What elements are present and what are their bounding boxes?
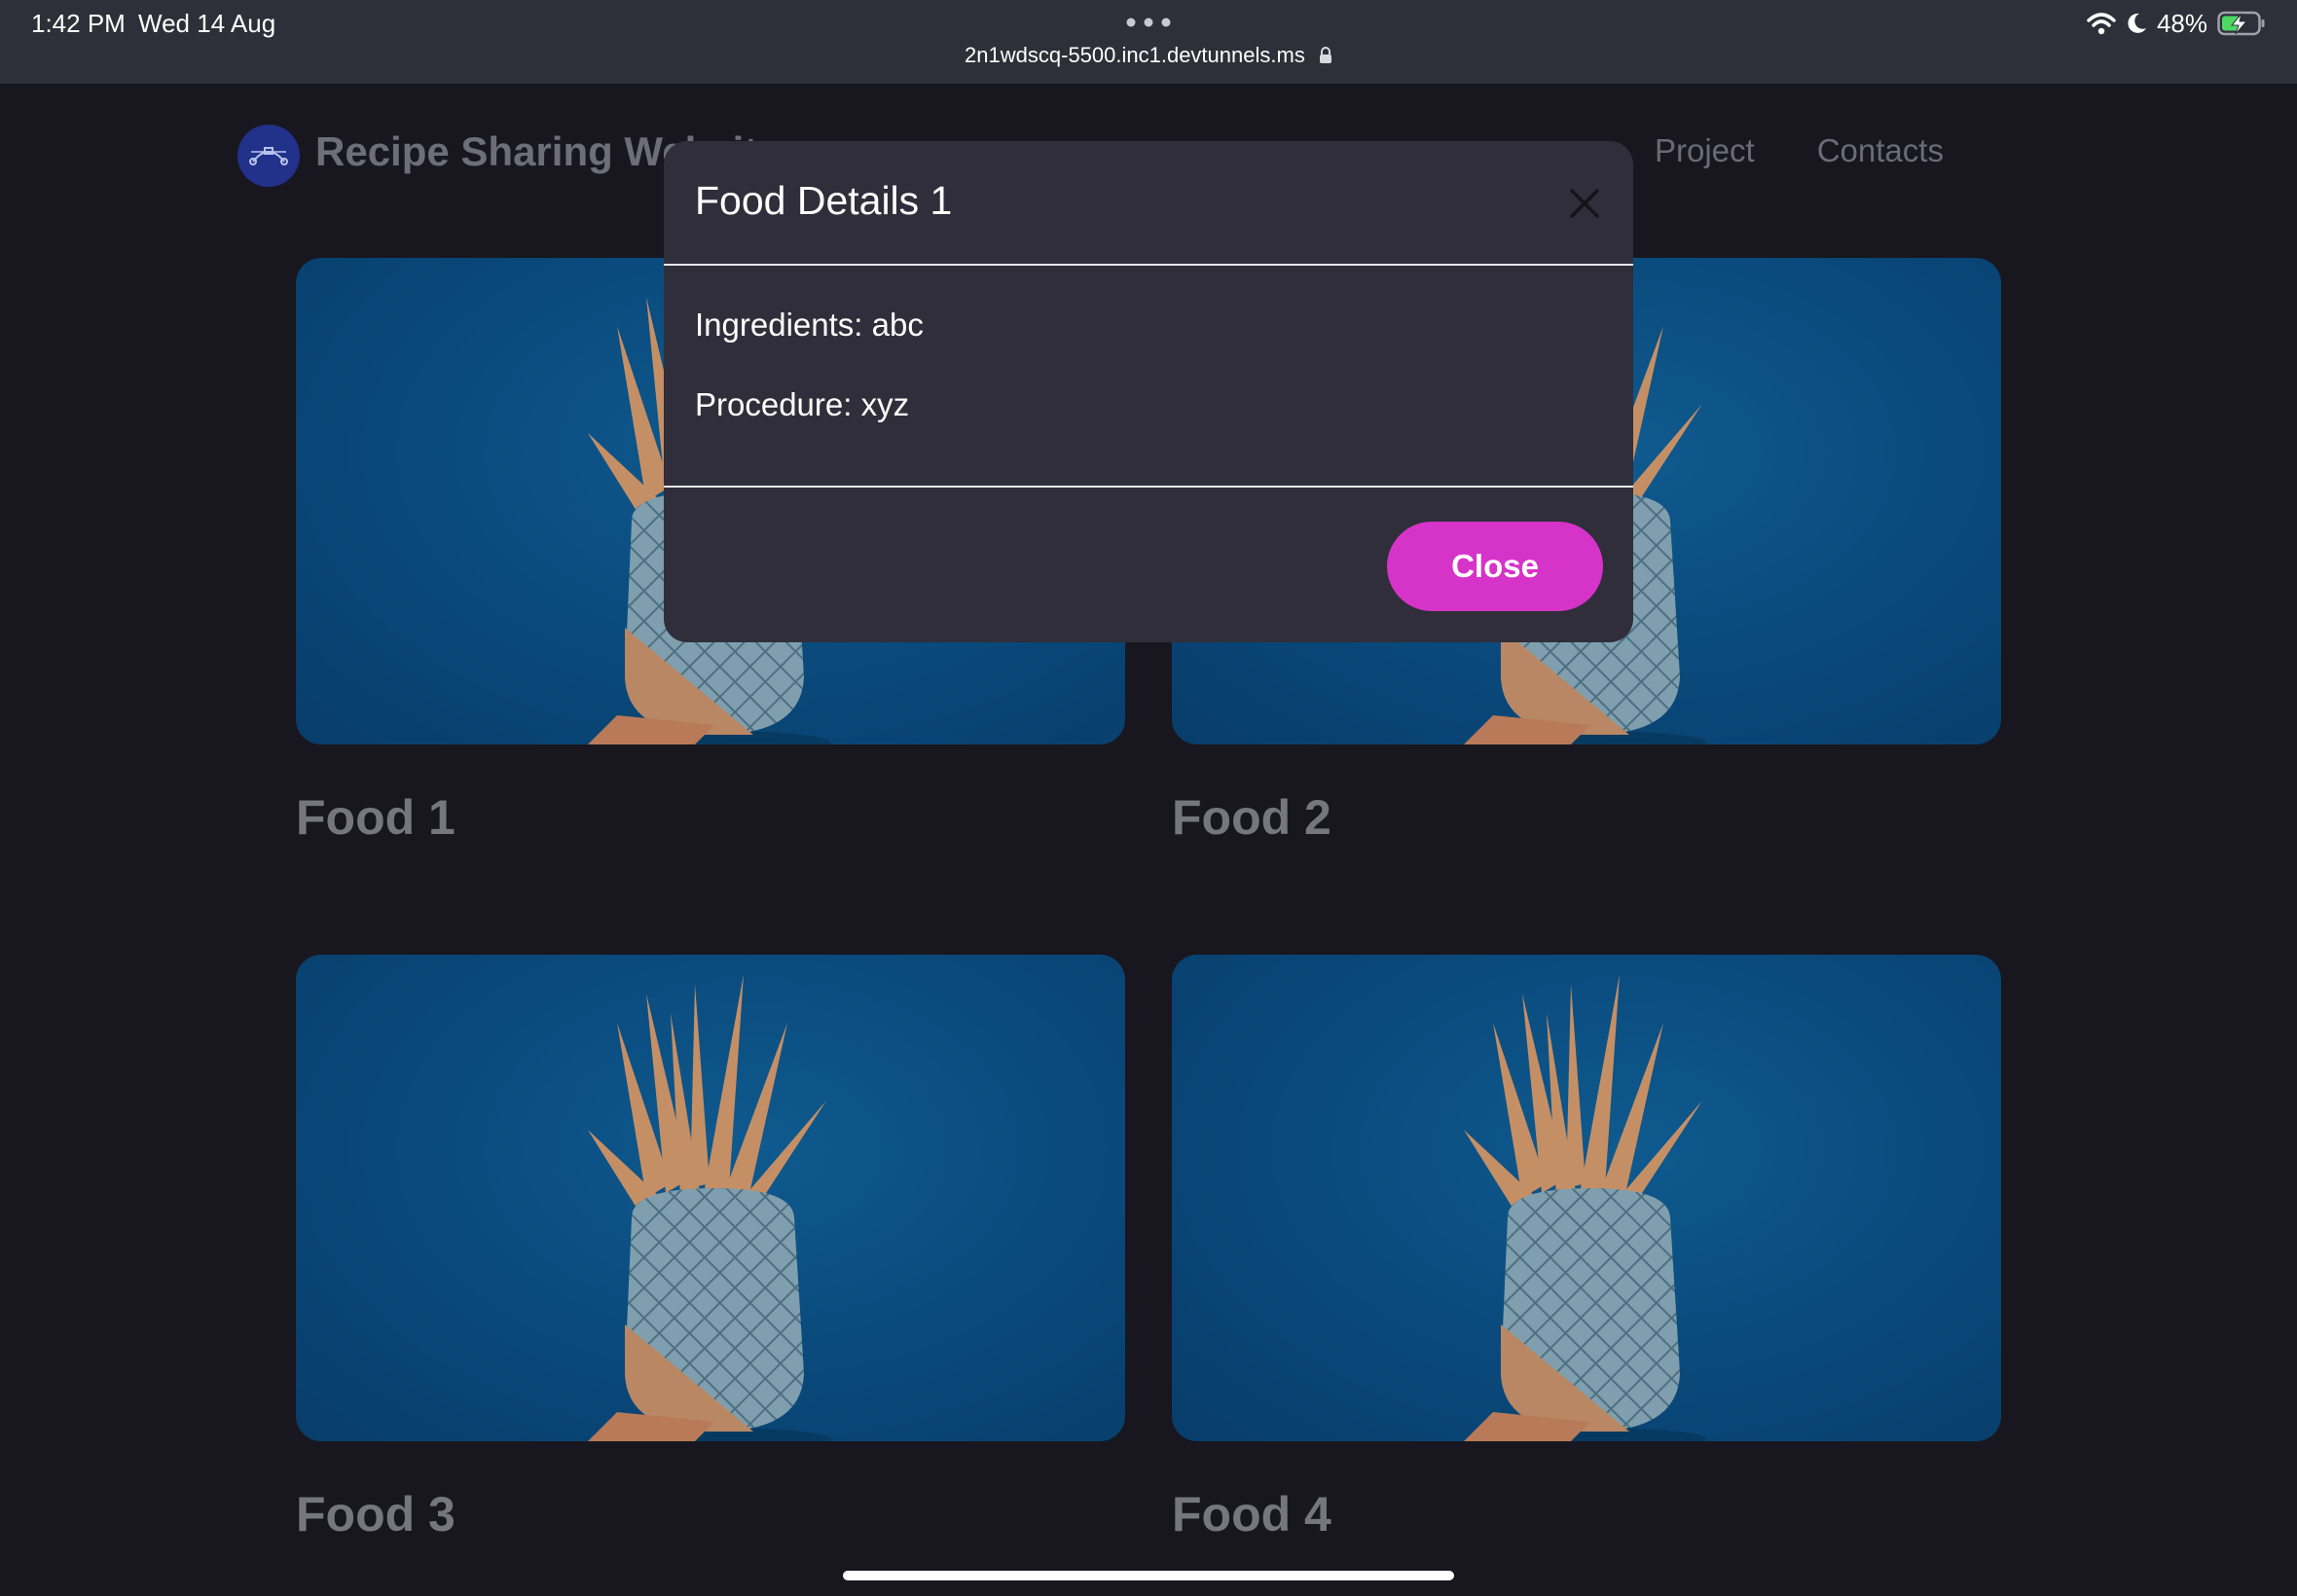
food-card-title[interactable]: Food 3 <box>296 1486 456 1542</box>
nav-link-contacts[interactable]: Contacts <box>1817 132 1944 169</box>
modal-body: Ingredients: abc Procedure: xyz <box>664 266 1633 488</box>
close-button[interactable]: Close <box>1387 522 1603 611</box>
status-indicators: 48% <box>2087 8 2266 39</box>
battery-charging-icon <box>2217 11 2265 36</box>
bezier-logo-icon <box>249 147 288 165</box>
pineapple-image <box>1464 974 1707 1441</box>
site-logo[interactable] <box>237 125 300 187</box>
food-card-image[interactable] <box>1172 955 2001 1441</box>
close-icon[interactable] <box>1565 184 1604 223</box>
modal-header: Food Details 1 <box>664 141 1633 266</box>
pineapple-image <box>588 974 831 1441</box>
lock-icon <box>1319 47 1331 63</box>
ingredients-text: Ingredients: abc <box>695 307 924 343</box>
food-card-title[interactable]: Food 4 <box>1172 1486 1331 1542</box>
nav-links: Project Contacts <box>1655 132 1944 169</box>
home-indicator[interactable] <box>843 1571 1454 1580</box>
food-card-title[interactable]: Food 1 <box>296 789 456 846</box>
wifi-icon <box>2087 13 2116 35</box>
battery-percent: 48% <box>2156 8 2207 38</box>
food-card-image[interactable] <box>296 955 1125 1441</box>
address-url: 2n1wdscq-5500.inc1.devtunnels.ms <box>965 43 1305 67</box>
nav-link-project[interactable]: Project <box>1655 132 1755 169</box>
status-time: 1:42 PM <box>31 9 126 38</box>
status-bar: 1:42 PM Wed 14 Aug 2n1wdscq-5500.inc1.de… <box>0 0 2297 84</box>
food-details-modal: Food Details 1 Ingredients: abc Procedur… <box>664 141 1633 642</box>
food-card-title[interactable]: Food 2 <box>1172 789 1331 846</box>
modal-title: Food Details 1 <box>695 178 953 223</box>
procedure-text: Procedure: xyz <box>695 386 910 422</box>
address-bar[interactable]: 2n1wdscq-5500.inc1.devtunnels.ms <box>0 41 2297 70</box>
status-date: Wed 14 Aug <box>138 9 276 38</box>
more-dots-icon[interactable] <box>1126 18 1171 27</box>
moon-icon <box>2128 13 2146 33</box>
